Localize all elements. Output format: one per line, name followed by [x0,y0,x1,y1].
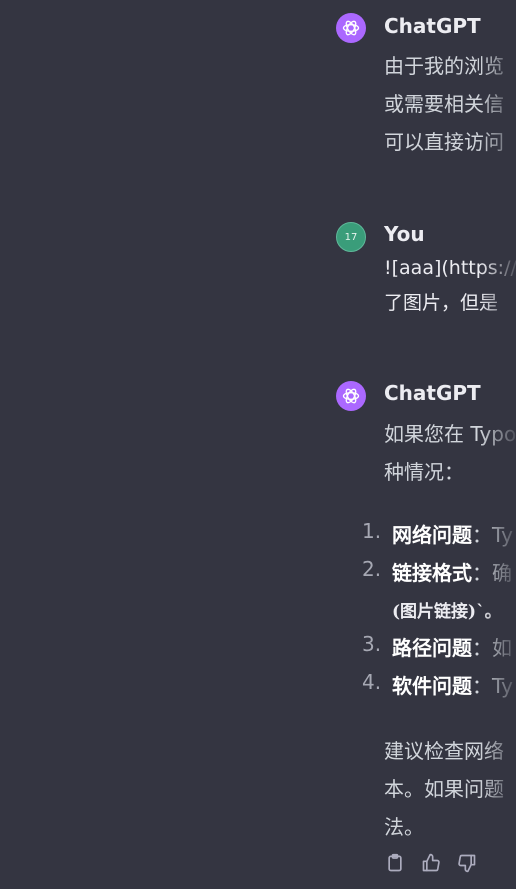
message-text-line: 如果您在 Typo [384,422,516,446]
list-item-title: 链接格式 [392,561,472,585]
copy-button[interactable] [384,852,406,874]
message-author: ChatGPT [384,14,481,38]
list-number: 1. [362,519,382,543]
list-item: 软件问题：Ty [392,670,513,699]
list-number: 4. [362,670,382,694]
message-text-line: 种情况： [384,460,464,484]
list-item: 路径问题：如 [392,632,512,661]
list-number: 3. [362,632,382,656]
list-item-title: 软件问题 [392,674,472,698]
list-item: 网络问题：Ty [392,519,513,548]
list-item-text: ：如 [472,636,512,660]
message-text-line: 本。如果问题 [384,777,504,801]
list-item-continuation: (图片链接)`。 [392,602,502,622]
list-item-text: ：确 [472,561,512,585]
message-actions [384,852,478,874]
list-item-title: 路径问题 [392,636,472,660]
message-text-line: 了图片，但是 [384,292,499,314]
message-author: ChatGPT [384,381,481,405]
dislike-button[interactable] [456,852,478,874]
like-button[interactable] [420,852,442,874]
list-item-title: 网络问题 [392,523,472,547]
message-text-line: 可以直接访问 [384,130,504,154]
message-text-line: 由于我的浏览 [384,54,504,78]
thumbs-down-icon [458,854,476,873]
message-author: You [384,222,425,246]
message-text-line: 或需要相关信 [384,92,504,116]
clipboard-icon [388,853,402,872]
list-item-text: ：Ty [472,523,513,547]
chatgpt-avatar [336,381,366,411]
chat-conversation: ChatGPT 由于我的浏览 或需要相关信 可以直接访问 17 You ![aa… [0,0,516,889]
message-text-line: 法。 [384,815,424,839]
message-text-line: ![aaa](https://c [384,257,516,279]
openai-logo-icon [342,20,360,36]
list-number: 2. [362,557,382,581]
chatgpt-avatar [336,13,366,43]
thumbs-up-icon [422,853,440,872]
message-text-line: 建议检查网络 [384,739,504,763]
list-item-text: ：Ty [472,674,513,698]
user-avatar: 17 [336,222,366,252]
list-item: 链接格式：确 [392,557,512,586]
openai-logo-icon [342,388,360,404]
